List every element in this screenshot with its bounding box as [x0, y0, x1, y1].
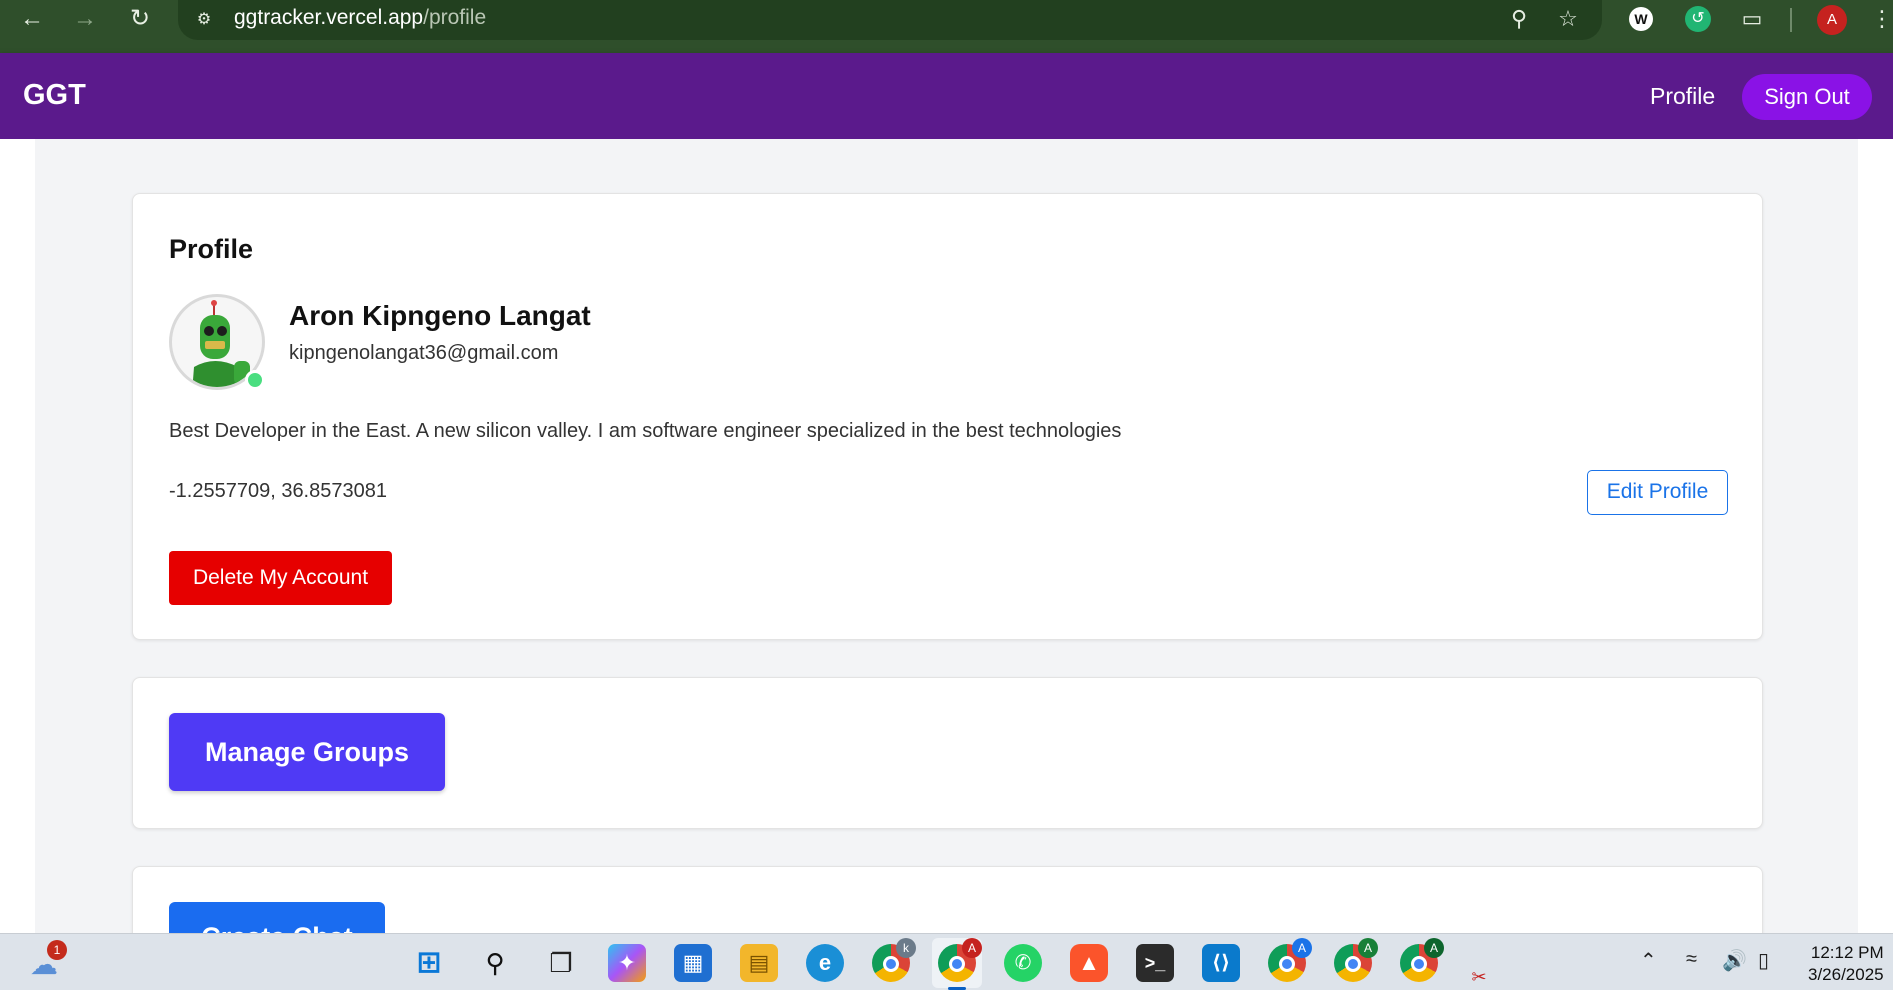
chrome-profile-badge: A	[962, 938, 982, 958]
task-view-icon[interactable]: ❐	[542, 944, 580, 982]
url-domain: ggtracker.vercel.app	[234, 6, 424, 29]
page-margin-right	[1858, 139, 1893, 933]
url-path: /profile	[423, 6, 487, 29]
file-explorer-icon[interactable]: ▤	[740, 944, 778, 982]
search-icon[interactable]: ⚲	[476, 944, 514, 982]
brave-browser-icon[interactable]: ▲	[1070, 944, 1108, 982]
profile-avatar[interactable]: A	[1817, 5, 1847, 35]
edit-profile-button[interactable]: Edit Profile	[1587, 470, 1728, 515]
clock-date: 3/26/2025	[1808, 965, 1884, 984]
user-email: kipngenolangat36@gmail.com	[289, 342, 559, 364]
chrome-profile-badge: A	[1424, 938, 1444, 958]
online-status-dot	[245, 370, 265, 390]
chrome-profile-badge: A	[1292, 938, 1312, 958]
page-margin-left	[0, 139, 35, 933]
app-header: GGT Profile Sign Out	[0, 53, 1893, 139]
copilot-icon[interactable]: ✦	[608, 944, 646, 982]
toolbar-divider	[1790, 8, 1792, 32]
chrome-profile-badge: k	[896, 938, 916, 958]
location-pin-icon[interactable]: ⚲	[1505, 5, 1533, 33]
clock-time: 12:12 PM	[1810, 943, 1884, 962]
chrome-profile-badge: A	[1358, 938, 1378, 958]
site-settings-icon[interactable]: ⚙	[192, 8, 216, 32]
windows-start-icon[interactable]: ⊞	[410, 944, 448, 982]
user-bio: Best Developer in the East. A new silico…	[169, 420, 1122, 442]
wifi-icon[interactable]: ≈	[1686, 948, 1697, 971]
profile-heading: Profile	[169, 234, 254, 264]
system-clock[interactable]: 12:12 PM 3/26/2025	[1808, 942, 1884, 986]
profile-card: Profile Aron Kipngeno Langat kipngenolan…	[132, 193, 1763, 640]
browser-toolbar: ← → ↻ ⚙ ggtracker.vercel.app/profile ⚲ ☆…	[0, 0, 1893, 53]
url-text[interactable]: ggtracker.vercel.app/profile	[234, 6, 486, 30]
reload-icon[interactable]: ↻	[125, 4, 155, 34]
brand-logo[interactable]: GGT	[23, 79, 86, 112]
windows-taskbar: ☁ 1 ⊞ ⚲ ❐ ✦ ▦ ▤ e k A ✆ ▲ >_ ⟨⟩ A A A ✂ …	[0, 933, 1893, 990]
back-arrow-icon[interactable]: ←	[17, 4, 47, 34]
terminal-icon[interactable]: >_	[1136, 944, 1174, 982]
extension-sync-icon[interactable]: ↺	[1685, 6, 1711, 32]
whatsapp-icon[interactable]: ✆	[1004, 944, 1042, 982]
snipping-tool-icon[interactable]: ✂	[1466, 964, 1492, 990]
weather-badge: 1	[47, 940, 67, 960]
show-hidden-icons-chevron-icon[interactable]: ⌃	[1640, 948, 1657, 973]
more-menu-icon[interactable]: ⋮	[1868, 5, 1893, 33]
edge-browser-icon[interactable]: e	[806, 944, 844, 982]
delete-account-button[interactable]: Delete My Account	[169, 551, 392, 605]
bookmark-star-icon[interactable]: ☆	[1554, 5, 1582, 33]
groups-card: Manage Groups	[132, 677, 1763, 829]
manage-groups-button[interactable]: Manage Groups	[169, 713, 445, 791]
nav-profile-link[interactable]: Profile	[1650, 83, 1715, 110]
user-coordinates: -1.2557709, 36.8573081	[169, 480, 387, 502]
volume-icon[interactable]: 🔊	[1722, 948, 1747, 973]
forward-arrow-icon[interactable]: →	[70, 4, 100, 34]
vscode-icon[interactable]: ⟨⟩	[1202, 944, 1240, 982]
extensions-puzzle-icon[interactable]: ▭	[1738, 5, 1766, 33]
user-name: Aron Kipngeno Langat	[289, 300, 591, 331]
battery-icon[interactable]: ▯	[1758, 948, 1769, 973]
extension-w-icon[interactable]: W	[1629, 7, 1653, 31]
sign-out-button[interactable]: Sign Out	[1742, 74, 1872, 120]
microsoft-store-icon[interactable]: ▦	[674, 944, 712, 982]
